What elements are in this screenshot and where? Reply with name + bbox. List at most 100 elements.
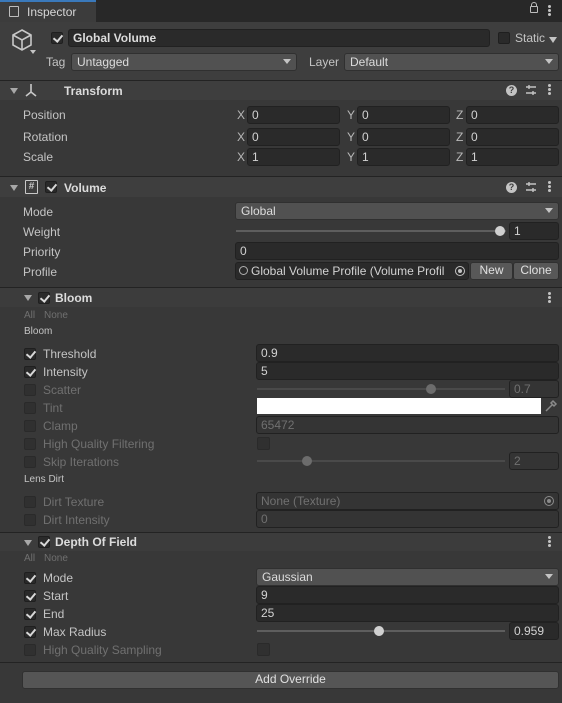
scale-y-field[interactable]: 1 <box>357 148 450 166</box>
object-picker-icon[interactable] <box>455 266 465 276</box>
hqs-checkbox[interactable] <box>257 643 270 656</box>
clone-profile-button[interactable]: Clone <box>513 262 559 280</box>
eyedropper-icon[interactable] <box>544 399 558 413</box>
volume-enabled-checkbox[interactable] <box>45 181 57 193</box>
mode-dropdown[interactable]: Global <box>235 202 559 220</box>
lock-icon[interactable] <box>530 6 538 13</box>
clamp-label: Clamp <box>43 419 78 433</box>
position-label: Position <box>23 108 66 122</box>
rotation-x-field[interactable]: 0 <box>247 128 340 146</box>
volume-foldout-icon[interactable] <box>10 185 18 191</box>
bloom-enabled-checkbox[interactable] <box>38 292 50 304</box>
tag-label: Tag <box>46 55 66 69</box>
end-override-checkbox[interactable] <box>24 608 36 620</box>
chevron-down-icon <box>545 574 553 579</box>
skip-value: 2 <box>514 454 521 468</box>
weight-field[interactable]: 1 <box>509 222 559 240</box>
threshold-override-checkbox[interactable] <box>24 348 36 360</box>
dof-foldout-icon[interactable] <box>24 540 32 546</box>
scatter-value: 0.7 <box>514 382 531 396</box>
layer-label: Layer <box>309 55 340 69</box>
scatter-slider-track[interactable] <box>257 388 505 390</box>
bloom-none-button[interactable]: None <box>44 310 68 321</box>
hqf-override-checkbox[interactable] <box>24 438 36 450</box>
position-z-value: 0 <box>471 108 478 122</box>
threshold-field[interactable]: 0.9 <box>256 344 559 362</box>
bloom-foldout-icon[interactable] <box>24 295 32 301</box>
help-icon[interactable]: ? <box>506 182 517 193</box>
transform-foldout-icon[interactable] <box>10 88 18 94</box>
rotation-y-field[interactable]: 0 <box>357 128 450 146</box>
tab-inspector[interactable]: Inspector <box>0 0 96 22</box>
tag-dropdown[interactable]: Untagged <box>71 53 297 71</box>
dof-none-button[interactable]: None <box>44 553 68 564</box>
dof-enabled-checkbox[interactable] <box>38 536 50 548</box>
dirt-intensity-field[interactable]: 0 <box>256 510 559 528</box>
position-x-field[interactable]: 0 <box>247 106 340 124</box>
maxradius-override-checkbox[interactable] <box>24 626 36 638</box>
scale-x-field[interactable]: 1 <box>247 148 340 166</box>
scale-z-field[interactable]: 1 <box>466 148 559 166</box>
presets-icon[interactable] <box>525 181 537 193</box>
weight-slider-handle[interactable] <box>495 226 505 236</box>
clamp-override-checkbox[interactable] <box>24 420 36 432</box>
transform-menu-icon[interactable] <box>548 84 551 96</box>
rotation-z-field[interactable]: 0 <box>466 128 559 146</box>
clamp-field[interactable]: 65472 <box>256 416 559 434</box>
skip-slider-handle[interactable] <box>301 456 312 466</box>
profile-field[interactable]: Global Volume Profile (Volume Profil <box>235 262 469 280</box>
hqs-override-checkbox[interactable] <box>24 644 36 656</box>
position-y-field[interactable]: 0 <box>357 106 450 124</box>
icon-dropdown-icon[interactable] <box>30 50 36 54</box>
priority-field[interactable]: 0 <box>235 242 559 260</box>
skip-field[interactable]: 2 <box>509 452 559 470</box>
bloom-all-button[interactable]: All <box>24 310 35 321</box>
layer-value: Default <box>350 55 389 69</box>
dof-mode-dropdown[interactable]: Gaussian <box>256 568 559 586</box>
add-override-button[interactable]: Add Override <box>22 671 559 689</box>
layer-dropdown[interactable]: Default <box>344 53 559 71</box>
tint-override-checkbox[interactable] <box>24 402 36 414</box>
active-checkbox[interactable] <box>51 32 63 44</box>
maxradius-field[interactable]: 0.959 <box>509 622 559 640</box>
start-label: Start <box>43 589 69 603</box>
hqf-checkbox[interactable] <box>257 437 270 450</box>
new-profile-button[interactable]: New <box>470 262 513 280</box>
object-name-field[interactable]: Global Volume <box>68 29 490 47</box>
intensity-field[interactable]: 5 <box>256 362 559 380</box>
dirt-texture-override-checkbox[interactable] <box>24 496 36 508</box>
dof-all-button[interactable]: All <box>24 553 35 564</box>
tab-menu-icon[interactable] <box>548 5 551 17</box>
dof-menu-icon[interactable] <box>548 536 551 548</box>
position-x-label: X <box>237 108 246 122</box>
skip-override-checkbox[interactable] <box>24 456 36 468</box>
start-field[interactable]: 9 <box>256 586 559 604</box>
skip-slider-track[interactable] <box>257 460 505 462</box>
static-checkbox[interactable] <box>498 32 510 44</box>
bloom-menu-icon[interactable] <box>548 292 551 304</box>
dirt-intensity-label: Dirt Intensity <box>43 513 110 527</box>
scatter-slider-handle[interactable] <box>425 384 436 394</box>
start-override-checkbox[interactable] <box>24 590 36 602</box>
intensity-override-checkbox[interactable] <box>24 366 36 378</box>
dirt-texture-field[interactable]: None (Texture) <box>256 492 559 510</box>
priority-label: Priority <box>23 245 61 259</box>
dof-mode-override-checkbox[interactable] <box>24 572 36 584</box>
hqf-label: High Quality Filtering <box>43 437 155 451</box>
presets-icon[interactable] <box>525 84 537 96</box>
help-icon[interactable]: ? <box>506 85 517 96</box>
maxradius-slider-handle[interactable] <box>373 626 384 636</box>
end-field[interactable]: 25 <box>256 604 559 622</box>
static-dropdown-icon[interactable] <box>549 37 557 43</box>
tint-color-field[interactable] <box>257 398 541 414</box>
volume-menu-icon[interactable] <box>548 181 551 193</box>
transform-title: Transform <box>64 84 123 98</box>
script-icon: # <box>25 180 38 194</box>
object-picker-icon[interactable] <box>544 496 554 506</box>
position-z-field[interactable]: 0 <box>466 106 559 124</box>
weight-slider-track[interactable] <box>236 230 506 232</box>
scatter-override-checkbox[interactable] <box>24 384 36 396</box>
dirt-intensity-override-checkbox[interactable] <box>24 514 36 526</box>
scatter-field[interactable]: 0.7 <box>509 380 559 398</box>
rotation-label: Rotation <box>23 130 68 144</box>
